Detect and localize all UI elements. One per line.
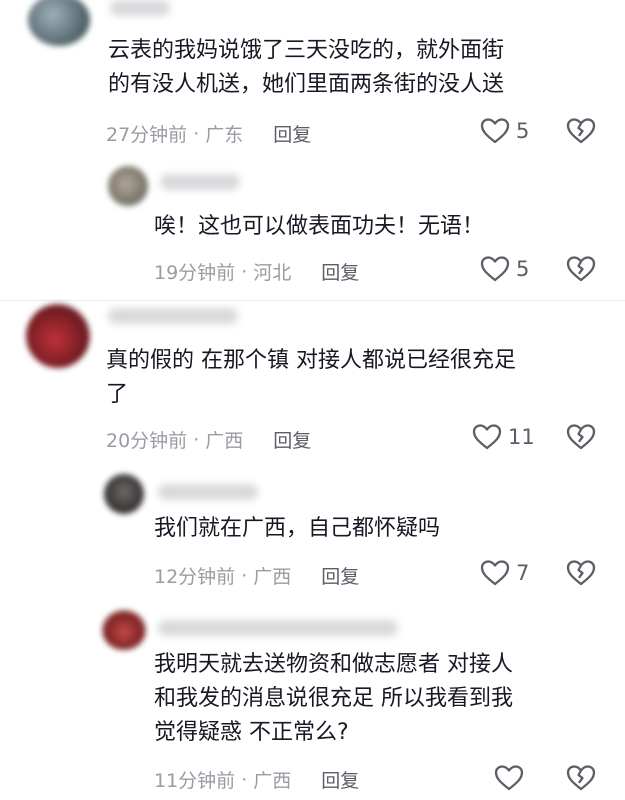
like-button[interactable]: 5	[480, 255, 529, 283]
comment-time: 11分钟前	[154, 770, 236, 792]
comment-text: 云表的我妈说饿了三天没吃的，就外面街 的有没人机送，她们里面两条街的没人送	[108, 38, 505, 97]
comment-text: 真的假的 在那个镇 对接人都说已经很充足 了	[106, 348, 516, 407]
comment-location: 广西	[205, 430, 244, 452]
heart-outline-icon	[472, 424, 502, 450]
comment-location: 广东	[205, 124, 244, 146]
comment-meta: 11分钟前 · 广西 回复	[154, 766, 359, 793]
comment-meta: 20分钟前 · 广西 回复	[106, 426, 311, 453]
comment-time: 27分钟前	[106, 124, 188, 146]
broken-heart-icon	[566, 424, 596, 450]
comment-text: 唉！这也可以做表面功夫！无语！	[154, 214, 485, 239]
meta-separator: ·	[241, 564, 248, 587]
like-count: 5	[516, 257, 530, 281]
comment-time: 20分钟前	[106, 430, 188, 452]
meta-separator: ·	[193, 122, 200, 145]
meta-separator: ·	[241, 768, 248, 791]
dislike-button[interactable]	[566, 423, 596, 451]
reply-button[interactable]: 回复	[321, 766, 359, 793]
like-count: 7	[516, 561, 530, 585]
avatar[interactable]	[102, 610, 146, 650]
broken-heart-icon	[566, 256, 596, 282]
reply-item: 我明天就去送物资和做志愿者 对接人 和我发的消息说很充足 所以我看到我 觉得疑惑…	[0, 606, 625, 800]
comment-meta: 27分钟前 · 广东 回复	[106, 120, 311, 147]
comment-location: 河北	[253, 262, 292, 284]
reply-item: 我们就在广西，自己都怀疑吗 12分钟前 · 广西 回复 7	[0, 470, 625, 600]
comment-item: 云表的我妈说饿了三天没吃的，就外面街 的有没人机送，她们里面两条街的没人送 27…	[0, 0, 625, 160]
username[interactable]	[158, 484, 258, 500]
like-button[interactable]: 5	[480, 117, 529, 145]
avatar[interactable]	[104, 474, 144, 514]
broken-heart-icon	[566, 765, 596, 791]
comment-time: 12分钟前	[154, 566, 236, 588]
dislike-button[interactable]	[566, 764, 596, 792]
heart-outline-icon	[480, 256, 510, 282]
username[interactable]	[160, 174, 240, 190]
meta-separator: ·	[241, 260, 248, 283]
reply-button[interactable]: 回复	[321, 258, 359, 285]
reply-item: 唉！这也可以做表面功夫！无语！ 19分钟前 · 河北 回复 5	[0, 160, 625, 300]
meta-separator: ·	[193, 428, 200, 451]
like-button[interactable]: 7	[480, 559, 529, 587]
avatar[interactable]	[108, 166, 148, 206]
username[interactable]	[158, 620, 398, 636]
avatar[interactable]	[26, 304, 90, 368]
comment-meta: 12分钟前 · 广西 回复	[154, 562, 359, 589]
comment-text: 我们就在广西，自己都怀疑吗	[154, 516, 441, 541]
heart-outline-icon	[480, 118, 510, 144]
dislike-button[interactable]	[566, 117, 596, 145]
broken-heart-icon	[566, 560, 596, 586]
like-count: 11	[508, 425, 535, 449]
username[interactable]	[110, 0, 170, 16]
like-button[interactable]	[494, 764, 530, 792]
like-button[interactable]: 11	[472, 423, 535, 451]
comment-time: 19分钟前	[154, 262, 236, 284]
broken-heart-icon	[566, 118, 596, 144]
username[interactable]	[108, 308, 238, 324]
comment-item: 真的假的 在那个镇 对接人都说已经很充足 了 20分钟前 · 广西 回复 11	[0, 300, 625, 460]
comment-text: 我明天就去送物资和做志愿者 对接人 和我发的消息说很充足 所以我看到我 觉得疑惑…	[154, 652, 513, 745]
dislike-button[interactable]	[566, 255, 596, 283]
heart-outline-icon	[494, 765, 524, 791]
dislike-button[interactable]	[566, 559, 596, 587]
comment-meta: 19分钟前 · 河北 回复	[154, 258, 359, 285]
avatar[interactable]	[28, 0, 90, 46]
reply-button[interactable]: 回复	[273, 120, 311, 147]
reply-button[interactable]: 回复	[273, 426, 311, 453]
comment-location: 广西	[253, 770, 292, 792]
reply-button[interactable]: 回复	[321, 562, 359, 589]
comment-location: 广西	[253, 566, 292, 588]
like-count: 5	[516, 119, 530, 143]
heart-outline-icon	[480, 560, 510, 586]
